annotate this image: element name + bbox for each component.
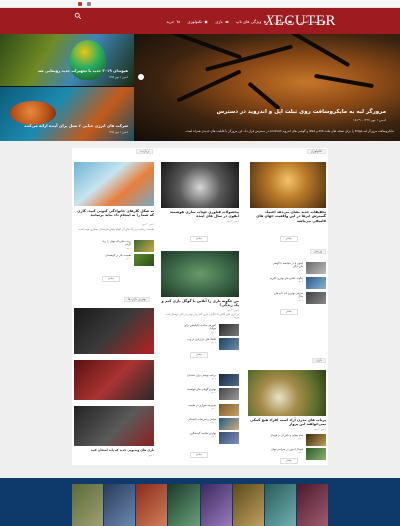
hero-meta: ادمین ۱ مهر ۱۳۹۷ ، ۱۸:۳۹	[353, 118, 386, 122]
star-icon	[263, 19, 267, 24]
youtube-icon[interactable]	[78, 2, 82, 6]
slider-arrow-button[interactable]	[138, 74, 144, 80]
book-icon	[288, 20, 293, 23]
nav-item-learn[interactable]: آموزش	[272, 19, 294, 24]
top-bar	[0, 0, 400, 8]
list-item[interactable]: چگونه عکس های بهتری بگیریم ۵ مهر	[248, 277, 326, 289]
card-image-game[interactable]	[74, 406, 154, 446]
thumb-image	[219, 404, 239, 416]
nav-item-game[interactable]: بازی	[213, 19, 230, 24]
gallery-image[interactable]	[264, 484, 296, 526]
thumb-image	[306, 292, 326, 304]
gallery-image[interactable]	[296, 484, 328, 526]
list-item[interactable]: پرنده هایی که جهان را زیبا کردند ۳ مهر	[74, 240, 154, 252]
parrot-image	[70, 40, 106, 80]
thumb-image	[306, 277, 326, 289]
card-image-building[interactable]	[250, 162, 326, 208]
card-image-phone[interactable]	[161, 162, 239, 208]
gallery-image[interactable]	[72, 484, 104, 526]
thumb-image	[134, 240, 154, 252]
more-button[interactable]: بیشتر	[102, 276, 120, 282]
thumb-image	[219, 338, 239, 350]
more-button[interactable]: بیشتر	[190, 352, 208, 358]
card-image-game[interactable]	[74, 360, 154, 400]
hero-excerpt: مایکروسافت مرورگر لبه Edge را برای نسخه …	[184, 129, 394, 133]
chip-icon	[205, 20, 208, 23]
more-button[interactable]: بیشتر	[190, 452, 208, 458]
section-label-games-hot: بهترین بازی ها	[124, 297, 150, 302]
more-button[interactable]: بیشتر	[280, 236, 298, 242]
section-label-trend: پربازدید	[136, 149, 154, 154]
list-item[interactable]: بهترین گوشی های هوشمند ۲ مهر	[161, 388, 239, 400]
list-item[interactable]: تکنیک های بازاریابی در وب ۳ مهر	[161, 338, 239, 350]
card-image-gamepad[interactable]	[161, 251, 239, 297]
list-item[interactable]: برنامه نویسی برای مبتدیان ۲ مهر	[161, 374, 239, 386]
content-area: تکنولوژی پربازدید تحقیقات جدید نشان می‌د…	[72, 148, 328, 465]
list-item[interactable]: معرفی بهترین لپ تاپ های سال ۴ مهر	[248, 292, 326, 304]
card-image-ball[interactable]	[248, 370, 326, 416]
gallery-image[interactable]	[104, 484, 136, 526]
main-nav: صفحه اصلی آموزش ویژگی های تاپ بازی تکنول…	[108, 17, 328, 26]
more-button[interactable]: بیشتر	[280, 309, 298, 315]
gallery-image[interactable]	[232, 484, 264, 526]
thumb-image	[219, 388, 239, 400]
nav-item-home[interactable]: صفحه اصلی	[297, 19, 328, 24]
thumb-image	[219, 324, 239, 336]
list-item[interactable]: دوچرخه سواری در طبیعت ۱ مهر	[161, 404, 239, 416]
gallery-image[interactable]	[136, 484, 168, 526]
gallery-image[interactable]	[168, 484, 200, 526]
list-item[interactable]: بهترین مقاصد گردشگری ۱ مهر	[161, 432, 239, 444]
list-item[interactable]: ساحل و تفریحات تابستانی ۱ مهر	[161, 418, 239, 430]
nav-item-tech[interactable]: تکنولوژی	[185, 19, 210, 24]
hero-side-story-2[interactable]: شرکت های انرژی حبابی ۶ نسل برای آینده ار…	[0, 87, 134, 141]
home-icon	[322, 19, 326, 24]
user-icon[interactable]	[87, 2, 91, 6]
site-header: XECUTER صفحه اصلی آموزش ویژگی های تاپ با…	[0, 8, 400, 34]
more-button[interactable]: بیشتر	[280, 458, 298, 464]
list-item[interactable]: آموزش ساخت اپلیکیشن برای موبایل ۳ مهر	[161, 324, 239, 336]
footer-gallery	[72, 484, 328, 526]
nav-item-top[interactable]: ویژگی های تاپ	[234, 19, 270, 24]
thumb-image	[306, 448, 326, 460]
hero-title[interactable]: مرورگر لبه به مایکروسافت روی تبلت اپل و …	[156, 109, 386, 115]
hero-side-story-1[interactable]: هیوندای ۲۰۱۹ جدید با تجهیزات جدید رونمای…	[0, 34, 134, 86]
thumb-image	[219, 418, 239, 430]
list-item[interactable]: آیفون ۸ در مقایسه با گوشی های دیگر ۵ مهر	[248, 262, 326, 274]
thumb-image	[219, 432, 239, 444]
list-item[interactable]: جام جهانی و تاثیر آن بر فوتبال ۱ مهر	[248, 434, 326, 446]
thumb-image	[134, 254, 154, 266]
turtle-image	[10, 101, 56, 125]
more-button[interactable]: بیشتر	[190, 236, 208, 242]
card-image-game[interactable]	[74, 308, 154, 354]
gamepad-icon	[225, 20, 229, 23]
gallery-image[interactable]	[200, 484, 232, 526]
thumb-image	[306, 434, 326, 446]
cart-icon	[176, 20, 181, 23]
hero-main-story[interactable]: مرورگر لبه به مایکروسافت روی تبلت اپل و …	[134, 34, 400, 141]
hero-slider: هیوندای ۲۰۱۹ جدید با تجهیزات جدید رونمای…	[0, 34, 400, 141]
search-icon[interactable]	[74, 12, 82, 20]
top-bar-icons	[78, 2, 91, 6]
thumb-image	[219, 374, 239, 386]
section-label-sport: ورزش	[309, 249, 326, 254]
thumb-image	[306, 262, 326, 274]
card-image-flowers[interactable]	[74, 162, 154, 206]
list-item[interactable]: طبیعت بکر در کوهستان ۲ مهر	[74, 254, 154, 266]
nav-item-shop[interactable]: خرید	[164, 19, 182, 24]
section-label-game: بازی	[312, 358, 326, 363]
section-label-tech: تکنولوژی	[306, 149, 326, 154]
